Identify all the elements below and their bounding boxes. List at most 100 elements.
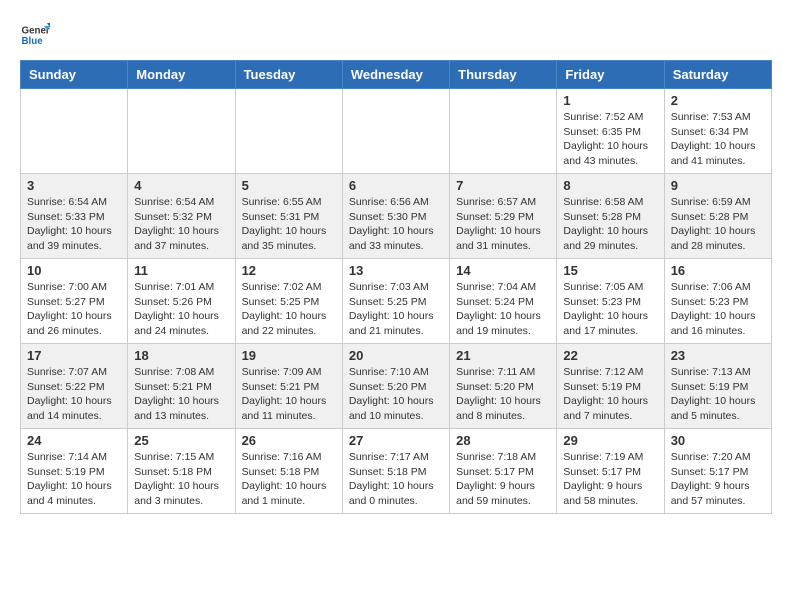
- calendar-cell: [450, 89, 557, 174]
- day-info: Sunrise: 7:01 AM Sunset: 5:26 PM Dayligh…: [134, 280, 228, 339]
- day-info: Sunrise: 7:00 AM Sunset: 5:27 PM Dayligh…: [27, 280, 121, 339]
- day-header-sunday: Sunday: [21, 61, 128, 89]
- day-header-tuesday: Tuesday: [235, 61, 342, 89]
- day-header-saturday: Saturday: [664, 61, 771, 89]
- day-number: 17: [27, 348, 121, 363]
- day-number: 22: [563, 348, 657, 363]
- calendar-cell: 28 Sunrise: 7:18 AM Sunset: 5:17 PM Dayli…: [450, 429, 557, 514]
- day-number: 24: [27, 433, 121, 448]
- day-number: 12: [242, 263, 336, 278]
- calendar-cell: 4 Sunrise: 6:54 AM Sunset: 5:32 PM Daylig…: [128, 174, 235, 259]
- day-info: Sunrise: 7:07 AM Sunset: 5:22 PM Dayligh…: [27, 365, 121, 424]
- day-info: Sunrise: 7:17 AM Sunset: 5:18 PM Dayligh…: [349, 450, 443, 509]
- day-info: Sunrise: 7:04 AM Sunset: 5:24 PM Dayligh…: [456, 280, 550, 339]
- day-number: 20: [349, 348, 443, 363]
- day-number: 5: [242, 178, 336, 193]
- day-number: 14: [456, 263, 550, 278]
- day-info: Sunrise: 6:57 AM Sunset: 5:29 PM Dayligh…: [456, 195, 550, 254]
- day-info: Sunrise: 7:14 AM Sunset: 5:19 PM Dayligh…: [27, 450, 121, 509]
- calendar-week-row: 24 Sunrise: 7:14 AM Sunset: 5:19 PM Dayli…: [21, 429, 772, 514]
- day-info: Sunrise: 7:02 AM Sunset: 5:25 PM Dayligh…: [242, 280, 336, 339]
- day-number: 13: [349, 263, 443, 278]
- day-info: Sunrise: 7:13 AM Sunset: 5:19 PM Dayligh…: [671, 365, 765, 424]
- day-info: Sunrise: 6:59 AM Sunset: 5:28 PM Dayligh…: [671, 195, 765, 254]
- day-info: Sunrise: 7:03 AM Sunset: 5:25 PM Dayligh…: [349, 280, 443, 339]
- day-number: 19: [242, 348, 336, 363]
- header: General Blue: [20, 20, 772, 50]
- day-info: Sunrise: 7:11 AM Sunset: 5:20 PM Dayligh…: [456, 365, 550, 424]
- calendar-cell: 19 Sunrise: 7:09 AM Sunset: 5:21 PM Dayli…: [235, 344, 342, 429]
- day-number: 7: [456, 178, 550, 193]
- day-info: Sunrise: 6:54 AM Sunset: 5:33 PM Dayligh…: [27, 195, 121, 254]
- calendar-cell: 3Sunrise: 6:54 AM Sunset: 5:33 PM Daylig…: [21, 174, 128, 259]
- day-number: 16: [671, 263, 765, 278]
- day-number: 26: [242, 433, 336, 448]
- calendar-cell: 20 Sunrise: 7:10 AM Sunset: 5:20 PM Dayli…: [342, 344, 449, 429]
- calendar-cell: 30Sunrise: 7:20 AM Sunset: 5:17 PM Dayli…: [664, 429, 771, 514]
- calendar-cell: 22Sunrise: 7:12 AM Sunset: 5:19 PM Dayli…: [557, 344, 664, 429]
- calendar-cell: 14 Sunrise: 7:04 AM Sunset: 5:24 PM Dayli…: [450, 259, 557, 344]
- calendar-cell: 12 Sunrise: 7:02 AM Sunset: 5:25 PM Dayli…: [235, 259, 342, 344]
- logo-icon: General Blue: [20, 20, 50, 50]
- day-info: Sunrise: 7:08 AM Sunset: 5:21 PM Dayligh…: [134, 365, 228, 424]
- calendar-cell: 6Sunrise: 6:56 AM Sunset: 5:30 PM Daylig…: [342, 174, 449, 259]
- calendar-cell: 26 Sunrise: 7:16 AM Sunset: 5:18 PM Dayli…: [235, 429, 342, 514]
- day-info: Sunrise: 7:53 AM Sunset: 6:34 PM Dayligh…: [671, 110, 765, 169]
- calendar-cell: 25Sunrise: 7:15 AM Sunset: 5:18 PM Dayli…: [128, 429, 235, 514]
- day-number: 11: [134, 263, 228, 278]
- day-info: Sunrise: 7:09 AM Sunset: 5:21 PM Dayligh…: [242, 365, 336, 424]
- day-header-thursday: Thursday: [450, 61, 557, 89]
- day-header-monday: Monday: [128, 61, 235, 89]
- day-number: 15: [563, 263, 657, 278]
- svg-text:Blue: Blue: [22, 36, 44, 47]
- day-info: Sunrise: 7:06 AM Sunset: 5:23 PM Dayligh…: [671, 280, 765, 339]
- day-number: 2: [671, 93, 765, 108]
- day-info: Sunrise: 7:19 AM Sunset: 5:17 PM Dayligh…: [563, 450, 657, 509]
- day-number: 29: [563, 433, 657, 448]
- day-number: 10: [27, 263, 121, 278]
- day-info: Sunrise: 7:52 AM Sunset: 6:35 PM Dayligh…: [563, 110, 657, 169]
- day-number: 23: [671, 348, 765, 363]
- calendar-cell: 1 Sunrise: 7:52 AM Sunset: 6:35 PM Daylig…: [557, 89, 664, 174]
- calendar-cell: [21, 89, 128, 174]
- calendar-cell: 9 Sunrise: 6:59 AM Sunset: 5:28 PM Daylig…: [664, 174, 771, 259]
- calendar-cell: 5 Sunrise: 6:55 AM Sunset: 5:31 PM Daylig…: [235, 174, 342, 259]
- day-number: 28: [456, 433, 550, 448]
- calendar-cell: 29 Sunrise: 7:19 AM Sunset: 5:17 PM Dayli…: [557, 429, 664, 514]
- calendar-table: SundayMondayTuesdayWednesdayThursdayFrid…: [20, 60, 772, 514]
- day-info: Sunrise: 6:58 AM Sunset: 5:28 PM Dayligh…: [563, 195, 657, 254]
- calendar-cell: 23 Sunrise: 7:13 AM Sunset: 5:19 PM Dayli…: [664, 344, 771, 429]
- calendar-cell: 13 Sunrise: 7:03 AM Sunset: 5:25 PM Dayli…: [342, 259, 449, 344]
- calendar-cell: [235, 89, 342, 174]
- calendar-cell: 7 Sunrise: 6:57 AM Sunset: 5:29 PM Daylig…: [450, 174, 557, 259]
- day-number: 1: [563, 93, 657, 108]
- day-number: 8: [563, 178, 657, 193]
- day-number: 30: [671, 433, 765, 448]
- calendar-cell: [342, 89, 449, 174]
- day-info: Sunrise: 7:18 AM Sunset: 5:17 PM Dayligh…: [456, 450, 550, 509]
- calendar-cell: 18 Sunrise: 7:08 AM Sunset: 5:21 PM Dayli…: [128, 344, 235, 429]
- day-info: Sunrise: 6:54 AM Sunset: 5:32 PM Dayligh…: [134, 195, 228, 254]
- day-info: Sunrise: 7:10 AM Sunset: 5:20 PM Dayligh…: [349, 365, 443, 424]
- day-header-wednesday: Wednesday: [342, 61, 449, 89]
- calendar-cell: 17 Sunrise: 7:07 AM Sunset: 5:22 PM Dayli…: [21, 344, 128, 429]
- day-info: Sunrise: 6:55 AM Sunset: 5:31 PM Dayligh…: [242, 195, 336, 254]
- calendar-header-row: SundayMondayTuesdayWednesdayThursdayFrid…: [21, 61, 772, 89]
- day-number: 18: [134, 348, 228, 363]
- calendar-cell: 27Sunrise: 7:17 AM Sunset: 5:18 PM Dayli…: [342, 429, 449, 514]
- calendar-cell: 21 Sunrise: 7:11 AM Sunset: 5:20 PM Dayli…: [450, 344, 557, 429]
- day-number: 4: [134, 178, 228, 193]
- calendar-cell: [128, 89, 235, 174]
- day-info: Sunrise: 7:05 AM Sunset: 5:23 PM Dayligh…: [563, 280, 657, 339]
- day-number: 21: [456, 348, 550, 363]
- day-info: Sunrise: 7:15 AM Sunset: 5:18 PM Dayligh…: [134, 450, 228, 509]
- day-header-friday: Friday: [557, 61, 664, 89]
- day-info: Sunrise: 7:16 AM Sunset: 5:18 PM Dayligh…: [242, 450, 336, 509]
- calendar-week-row: 1 Sunrise: 7:52 AM Sunset: 6:35 PM Daylig…: [21, 89, 772, 174]
- logo: General Blue: [20, 20, 56, 50]
- calendar-cell: 2 Sunrise: 7:53 AM Sunset: 6:34 PM Daylig…: [664, 89, 771, 174]
- calendar-week-row: 3Sunrise: 6:54 AM Sunset: 5:33 PM Daylig…: [21, 174, 772, 259]
- calendar-week-row: 17 Sunrise: 7:07 AM Sunset: 5:22 PM Dayli…: [21, 344, 772, 429]
- day-number: 9: [671, 178, 765, 193]
- calendar-cell: 11 Sunrise: 7:01 AM Sunset: 5:26 PM Dayli…: [128, 259, 235, 344]
